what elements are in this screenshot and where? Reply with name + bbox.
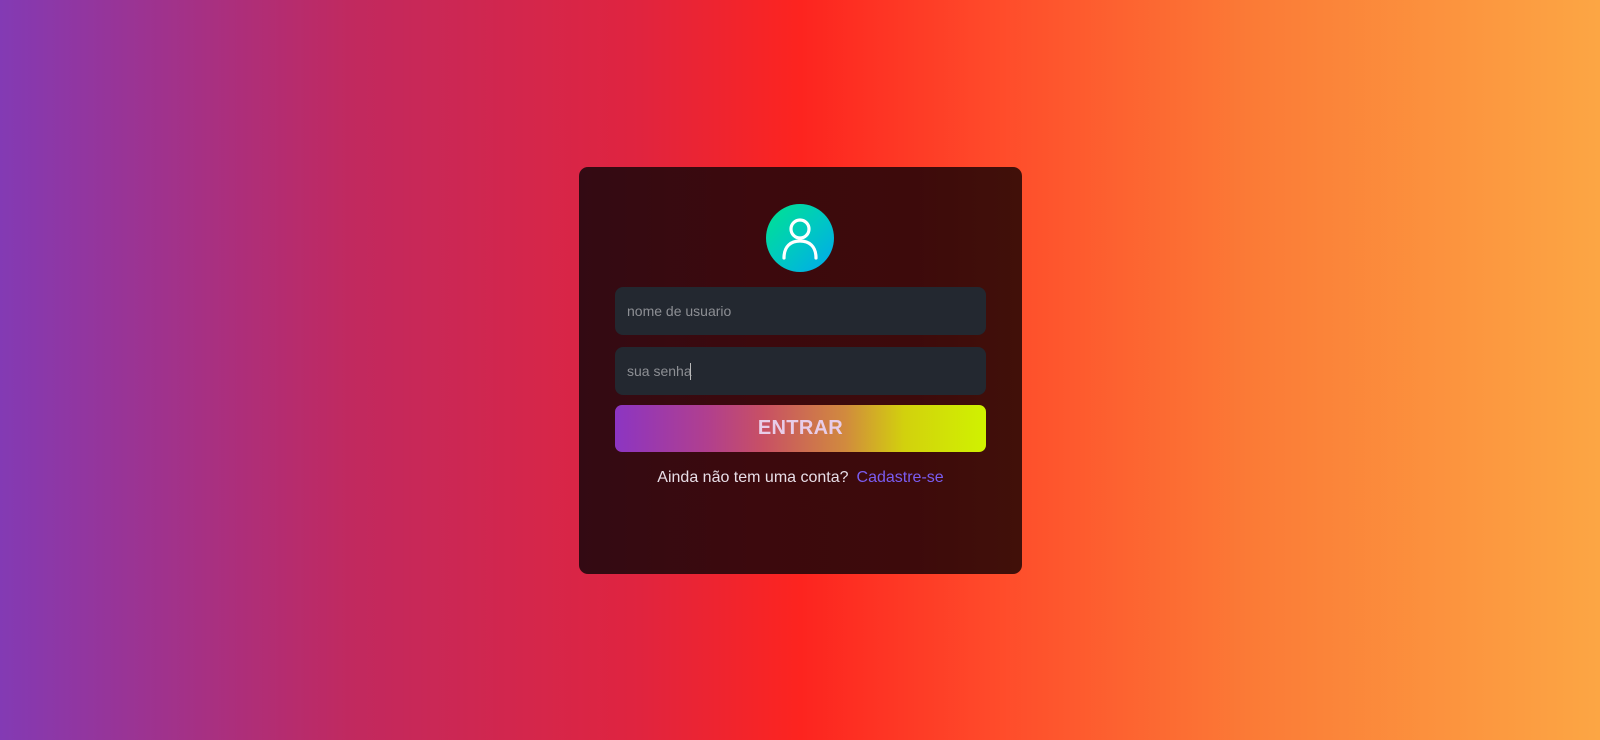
signup-row: Ainda não tem uma conta? Cadastre-se <box>579 469 1022 487</box>
password-field[interactable] <box>615 347 986 395</box>
password-input[interactable] <box>627 363 986 379</box>
user-icon <box>782 218 818 260</box>
user-avatar <box>766 204 834 272</box>
username-input[interactable] <box>627 303 986 319</box>
signup-link[interactable]: Cadastre-se <box>857 469 944 486</box>
signup-prompt: Ainda não tem uma conta? <box>657 469 849 486</box>
username-field[interactable] <box>615 287 986 335</box>
login-card: ENTRAR Ainda não tem uma conta? Cadastre-… <box>579 167 1022 574</box>
text-cursor <box>690 363 691 380</box>
login-button[interactable]: ENTRAR <box>615 405 986 452</box>
